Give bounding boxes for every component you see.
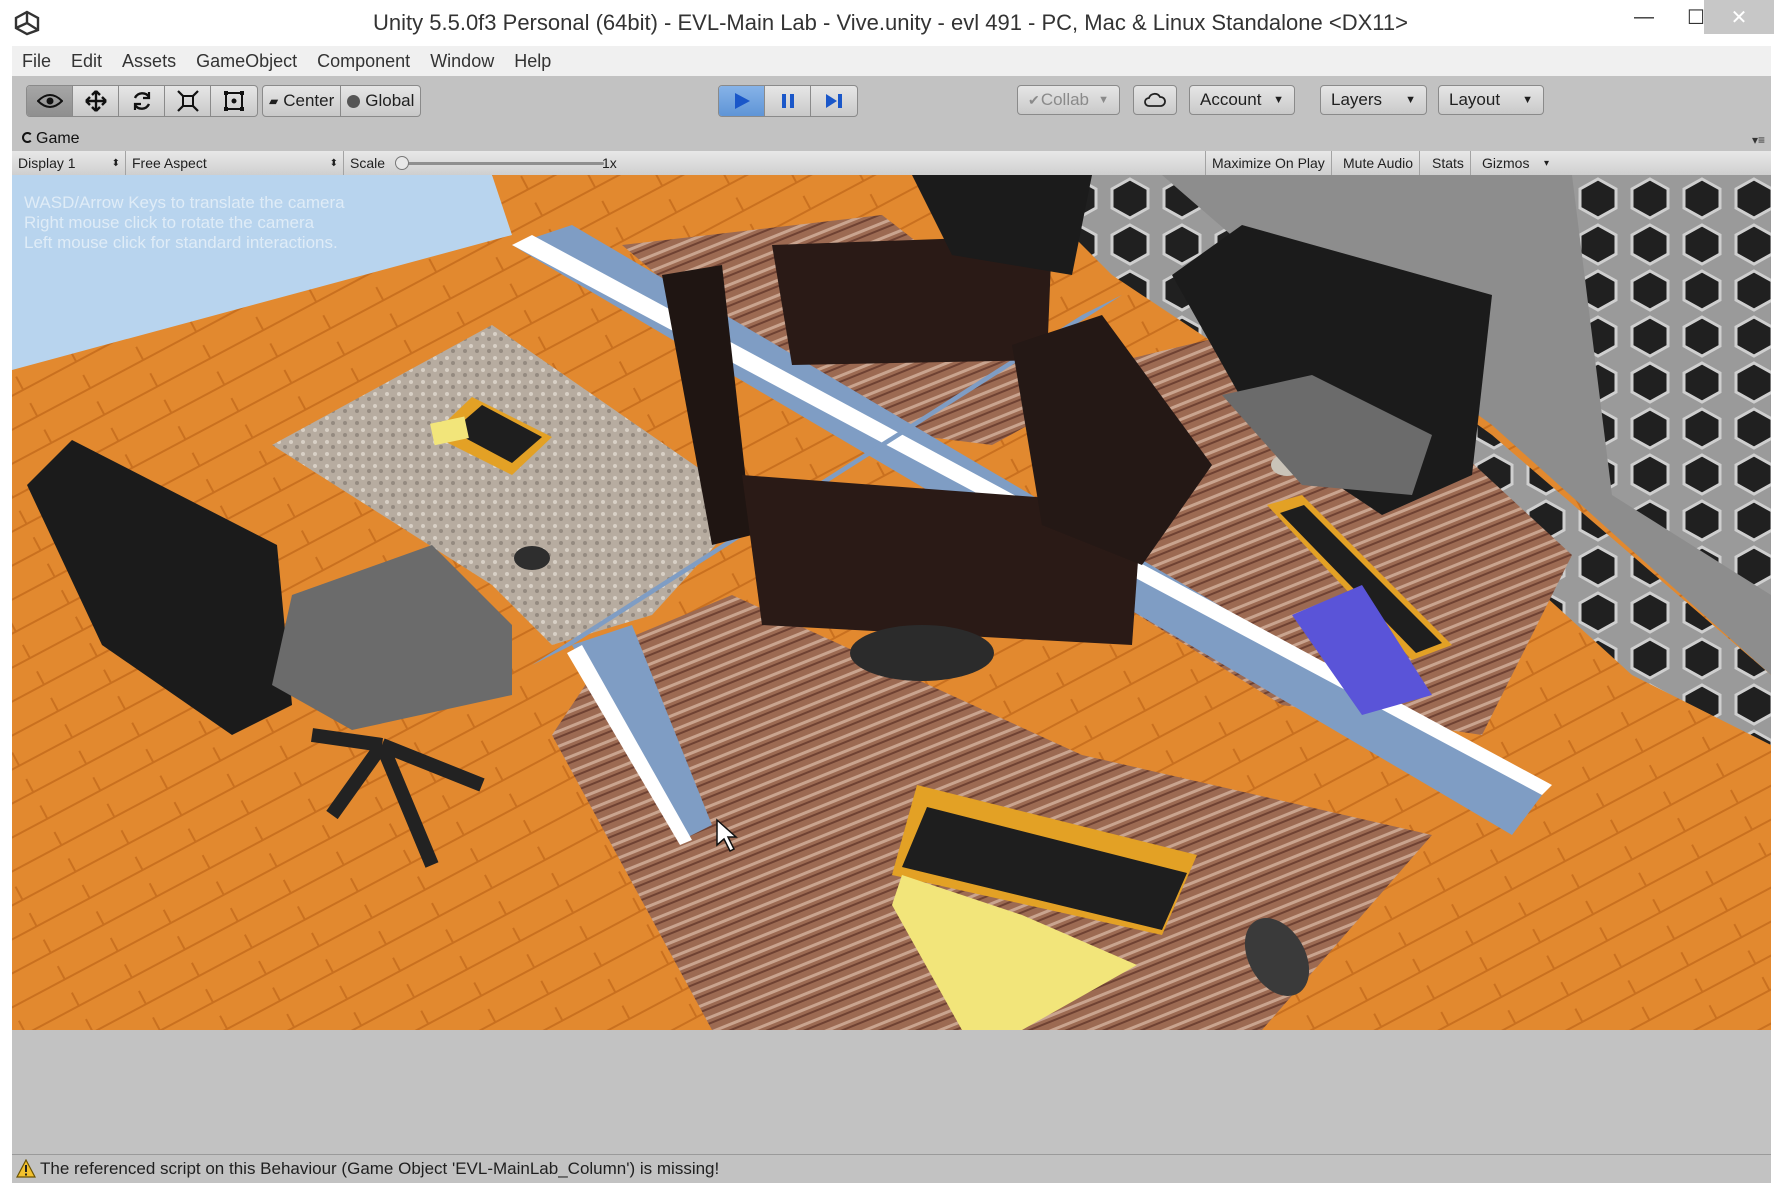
menu-help[interactable]: Help [504, 46, 561, 72]
updown-icon: ⬍ [111, 157, 120, 169]
warning-icon [16, 1159, 36, 1178]
rotate-icon [133, 92, 150, 110]
step-icon [826, 94, 842, 108]
display-dropdown[interactable]: Display 1 ⬍ [12, 151, 126, 175]
menu-bar: File Edit Assets GameObject Component Window H… [12, 46, 1771, 77]
pause-button[interactable] [765, 86, 811, 116]
menu-component[interactable]: Component [307, 46, 420, 72]
hint-line: WASD/Arrow Keys to translate the camera [24, 193, 345, 212]
camera-hint-text: WASD/Arrow Keys to translate the camera … [24, 193, 345, 253]
chevron-down-icon: ▼ [1522, 94, 1533, 106]
pivot-global-toggle[interactable]: Global [341, 86, 420, 116]
close-button[interactable]: ✕ [1704, 0, 1774, 34]
gizmos-dropdown[interactable]: Gizmos ▾ [1476, 151, 1554, 175]
stats-toggle[interactable]: Stats [1426, 151, 1471, 175]
view-tool-button[interactable] [27, 86, 73, 116]
game-tab[interactable]: Game ▾≡ [12, 127, 1771, 151]
display-label: Display 1 [18, 155, 76, 171]
status-message: The referenced script on this Behaviour … [40, 1159, 720, 1178]
scale-slider-knob[interactable] [395, 156, 409, 170]
collab-check-icon: ✔ [1028, 91, 1040, 108]
pivot-center-icon: ▰ [269, 94, 279, 108]
main-toolbar: ▰ Center Global ✔ Collab ▼ Account ▼ Lay… [12, 76, 1771, 127]
menu-edit[interactable]: Edit [61, 46, 112, 72]
title-bar: Unity 5.5.0f3 Personal (64bit) - EVL-Mai… [0, 0, 1781, 46]
menu-file[interactable]: File [12, 46, 61, 72]
play-button[interactable] [719, 86, 765, 116]
move-tool-button[interactable] [73, 86, 119, 116]
menu-assets[interactable]: Assets [112, 46, 186, 72]
chevron-down-icon: ▼ [1273, 94, 1284, 106]
account-label: Account [1200, 90, 1262, 109]
layers-dropdown[interactable]: Layers ▼ [1320, 85, 1427, 115]
hint-line: Right mouse click to rotate the camera [24, 213, 315, 232]
move-arrows-icon [84, 90, 107, 112]
rotate-tool-button[interactable] [119, 86, 165, 116]
layout-dropdown[interactable]: Layout ▼ [1438, 85, 1544, 115]
gizmos-label: Gizmos [1482, 155, 1530, 171]
hint-line: Left mouse click for standard interactio… [24, 233, 338, 252]
scale-tool-button[interactable] [165, 86, 211, 116]
menu-window[interactable]: Window [420, 46, 504, 72]
aspect-dropdown[interactable]: Free Aspect ⬍ [126, 151, 344, 175]
cloud-button[interactable] [1133, 85, 1177, 115]
chevron-down-icon: ▼ [1405, 94, 1416, 106]
game-tab-title: Game [36, 130, 80, 147]
eye-icon [36, 94, 63, 108]
maximize-on-play-toggle[interactable]: Maximize On Play [1205, 151, 1332, 175]
mouse-left [514, 546, 550, 570]
layout-label: Layout [1449, 90, 1501, 109]
pivot-center-toggle[interactable]: ▰ Center [263, 86, 342, 116]
collab-dropdown[interactable]: ✔ Collab ▼ [1017, 85, 1120, 115]
transform-tools [26, 85, 258, 117]
scale-slider-track[interactable] [404, 162, 604, 165]
rect-tool-button[interactable] [211, 86, 257, 116]
scale-value: 1x [602, 155, 617, 171]
collab-label: Collab [1040, 90, 1090, 109]
chevron-down-icon: ▾ [1543, 157, 1549, 169]
play-controls [718, 85, 858, 117]
game-view-toolbar: Display 1 ⬍ Free Aspect ⬍ Scale 1x Maxim… [12, 151, 1771, 176]
play-icon [734, 93, 750, 109]
mute-audio-toggle[interactable]: Mute Audio [1337, 151, 1421, 175]
scale-icon [176, 90, 199, 112]
unity-editor-window: Unity 5.5.0f3 Personal (64bit) - EVL-Mai… [0, 0, 1781, 1191]
aspect-label: Free Aspect [132, 155, 207, 171]
pivot-global-label: Global [365, 91, 415, 110]
chevron-down-icon: ▼ [1098, 94, 1109, 106]
rect-transform-icon [224, 91, 244, 111]
game-viewport[interactable]: WASD/Arrow Keys to translate the camera … [12, 175, 1771, 1030]
cloud-icon [1144, 92, 1166, 107]
window-title: Unity 5.5.0f3 Personal (64bit) - EVL-Mai… [373, 10, 1408, 35]
console-status-bar[interactable]: The referenced script on this Behaviour … [12, 1154, 1771, 1183]
pivot-controls: ▰ Center Global [262, 85, 422, 117]
updown-icon: ⬍ [329, 157, 338, 169]
scale-label: Scale [350, 155, 386, 171]
monitor-stand [850, 625, 994, 681]
menu-gameobject[interactable]: GameObject [186, 46, 307, 72]
pivot-center-label: Center [283, 91, 335, 110]
account-dropdown[interactable]: Account ▼ [1189, 85, 1295, 115]
scene-render [12, 175, 1771, 1030]
layers-label: Layers [1331, 90, 1383, 109]
editor-area: ▰ Center Global ✔ Collab ▼ Account ▼ Lay… [12, 76, 1771, 1183]
step-button[interactable] [811, 86, 857, 116]
globe-icon [347, 94, 361, 108]
tab-menu-icon[interactable]: ▾≡ [1752, 133, 1765, 147]
game-pacman-icon [22, 132, 33, 143]
pause-icon [781, 94, 794, 108]
minimize-button[interactable]: — [1618, 0, 1670, 34]
